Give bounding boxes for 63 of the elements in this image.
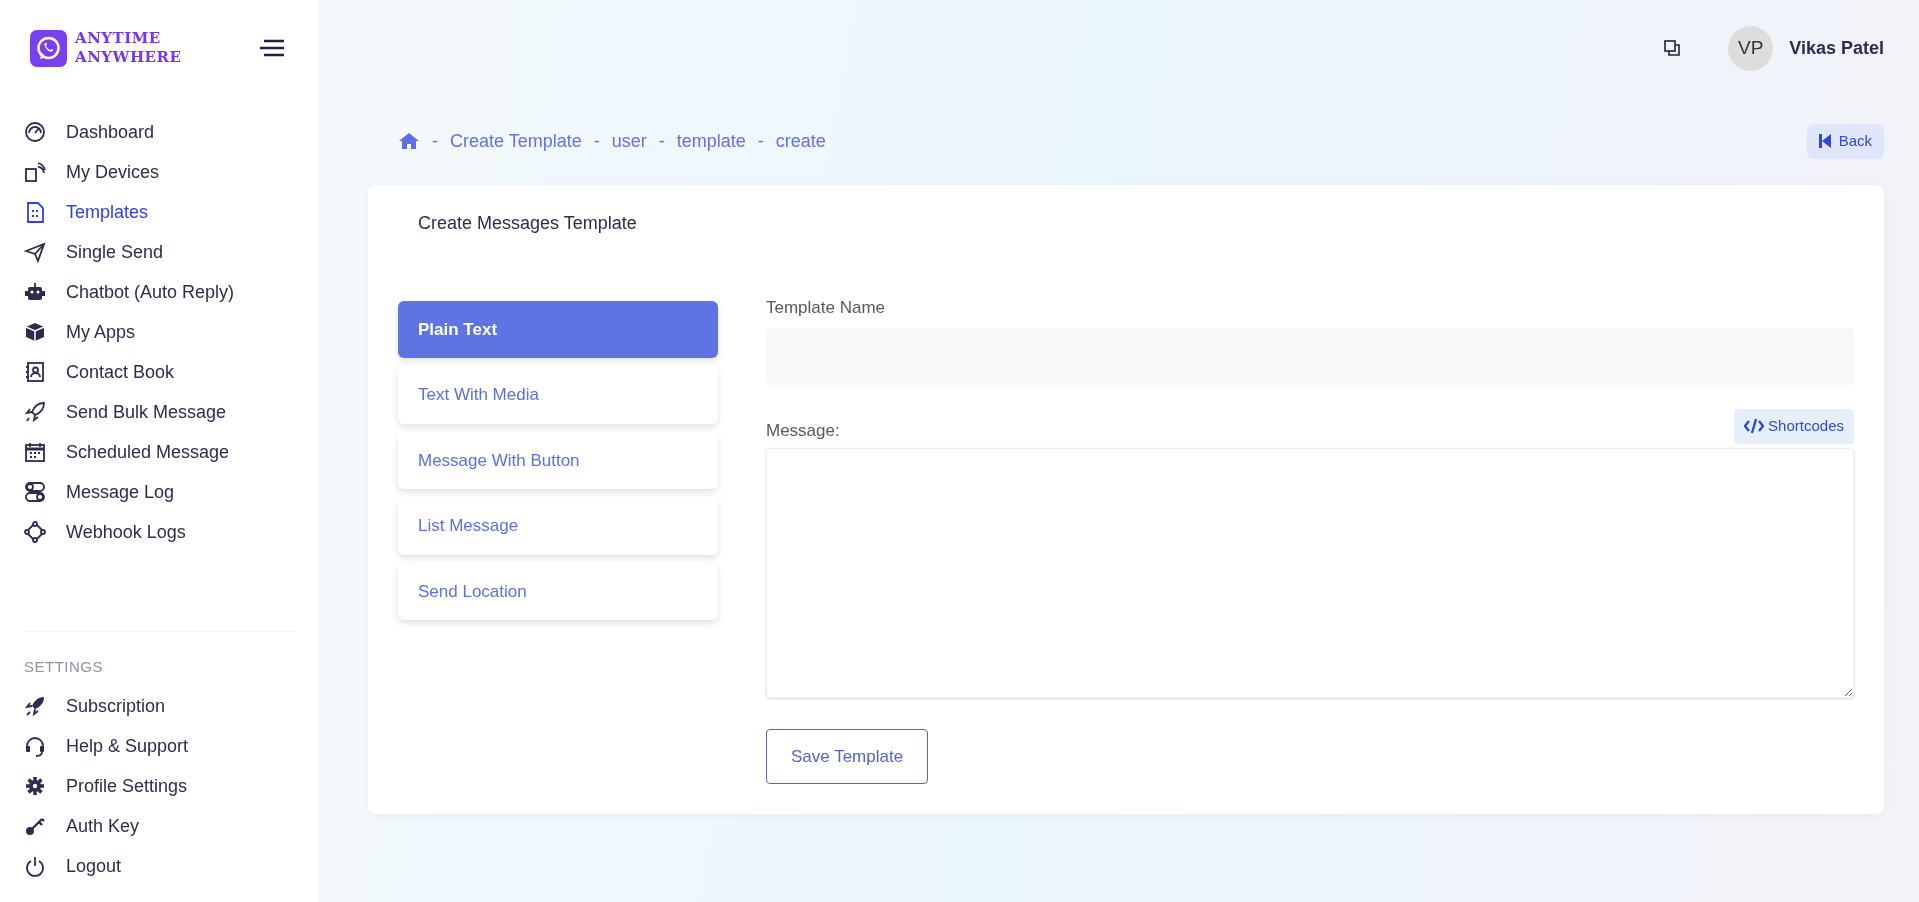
breadcrumb-link[interactable]: template [676, 127, 746, 155]
device-signal-icon [24, 161, 46, 183]
template-type-tab[interactable]: Plain Text [398, 300, 718, 358]
cube-icon [24, 321, 46, 343]
brand-name: ANYTIME [75, 29, 162, 48]
contact-book-icon [24, 361, 46, 383]
breadcrumb-separator: - [593, 129, 600, 153]
card-title: Create Messages Template [417, 211, 638, 235]
sidebar-item[interactable]: Templates [0, 192, 318, 232]
template-type-tab[interactable]: Text With Media [398, 366, 718, 424]
breadcrumb-separator: - [757, 129, 764, 153]
gauge-icon [24, 121, 46, 143]
code-icon [1744, 418, 1765, 435]
user-avatar[interactable]: VP [1728, 25, 1774, 71]
sidebar-item[interactable]: Subscription [0, 686, 318, 726]
sidebar-item[interactable]: Message Log [0, 472, 318, 512]
sidebar-item[interactable]: Scheduled Message [0, 432, 318, 472]
nodes-icon [24, 521, 46, 543]
sidebar-item[interactable]: Contact Book [0, 352, 318, 392]
sidebar-item[interactable]: Logout [0, 846, 318, 886]
message-field[interactable] [766, 447, 1854, 698]
robot-icon [24, 281, 46, 303]
field-label: Message: [766, 420, 840, 442]
sidebar-item[interactable]: Single Send [0, 232, 318, 272]
user-name[interactable]: Vikas Patel [1789, 34, 1884, 62]
sidebar-item[interactable]: Help & Support [0, 726, 318, 766]
paper-plane-icon [24, 241, 46, 263]
menu-icon[interactable] [260, 39, 284, 57]
headset-icon [24, 735, 46, 757]
sidebar-item[interactable]: Send Bulk Message [0, 392, 318, 432]
sidebar-item[interactable]: My Apps [0, 312, 318, 352]
sidebar-item[interactable]: Chatbot (Auto Reply) [0, 272, 318, 312]
rocket-icon [24, 695, 46, 717]
key-icon [24, 815, 46, 837]
template-type-tab[interactable]: List Message [398, 497, 718, 555]
home-icon[interactable] [398, 132, 420, 151]
breadcrumb-link[interactable]: Create Template [450, 127, 582, 155]
sidebar-item[interactable]: Dashboard [0, 112, 318, 152]
gear-icon [24, 775, 46, 797]
sidebar-item[interactable]: My Devices [0, 152, 318, 192]
windows-icon[interactable] [1664, 40, 1681, 56]
field-label: Template Name [766, 296, 887, 319]
sidebar-item[interactable]: Profile Settings [0, 766, 318, 806]
breadcrumb-separator: - [432, 129, 438, 153]
section-heading: SETTINGS [23, 656, 104, 677]
sidebar-item[interactable]: Auth Key [0, 806, 318, 846]
template-type-tab[interactable]: Message With Button [398, 431, 718, 489]
logo-icon [30, 29, 67, 67]
power-icon [24, 855, 46, 877]
template-type-tab[interactable]: Send Location [398, 562, 718, 620]
breadcrumb-link[interactable]: create [775, 127, 826, 155]
save-template-button[interactable]: Save Template [766, 728, 929, 784]
calendar-icon [24, 441, 46, 463]
sidebar-item[interactable]: Webhook Logs [0, 512, 318, 552]
breadcrumb-link[interactable]: user [611, 127, 647, 155]
back-button[interactable]: Back [1806, 124, 1884, 159]
brand-name: ANYWHERE [75, 48, 182, 67]
document-icon [24, 201, 46, 223]
skip-back-icon [1818, 134, 1831, 149]
toggle-icon [24, 481, 46, 503]
shortcodes-button[interactable]: Shortcodes [1734, 409, 1854, 444]
breadcrumb-separator: - [658, 129, 665, 153]
rocket-icon [24, 401, 46, 423]
